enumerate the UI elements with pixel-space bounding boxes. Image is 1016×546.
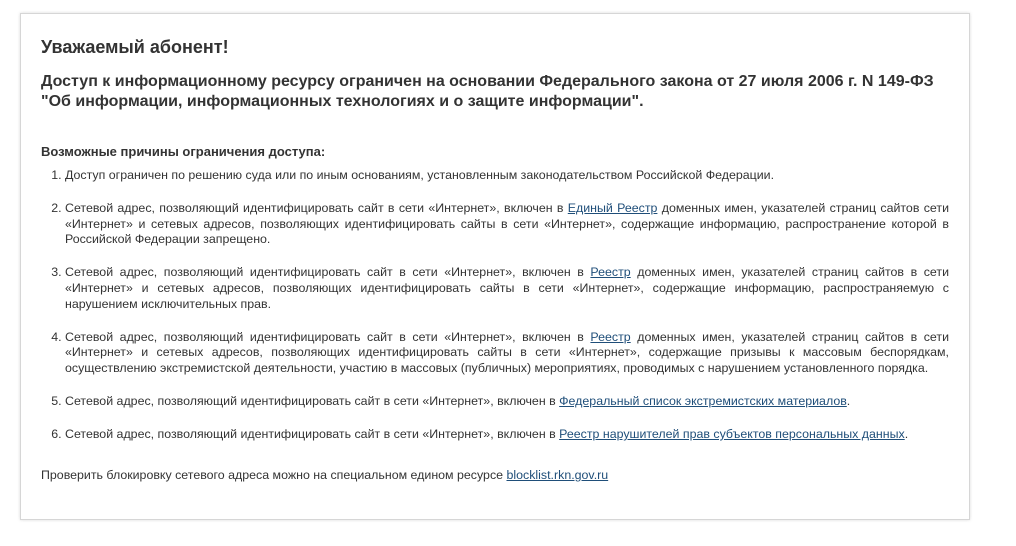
reason-text: Сетевой адрес, позволяющий идентифициров…: [65, 329, 591, 344]
reason-item: Сетевой адрес, позволяющий идентифициров…: [65, 330, 949, 377]
reason-item: Доступ ограничен по решению суда или по …: [65, 168, 949, 184]
reason-item: Сетевой адрес, позволяющий идентифициров…: [65, 201, 949, 248]
reason-text: Сетевой адрес, позволяющий идентифициров…: [65, 201, 568, 216]
copyright-registry-link[interactable]: Реестр: [590, 265, 630, 279]
reason-text: Сетевой адрес, позволяющий идентифициров…: [65, 265, 591, 280]
page-title: Уважаемый абонент!: [41, 37, 229, 57]
reason-text: .: [904, 427, 909, 442]
reason-text: Сетевой адрес, позволяющий идентифициров…: [65, 427, 560, 442]
restriction-statement: Доступ к информационному ресурсу огранич…: [41, 73, 934, 110]
extremist-materials-list-link[interactable]: Федеральный список экстремистских матери…: [559, 394, 847, 408]
footer-text: Проверить блокировку сетевого адреса мож…: [41, 467, 507, 482]
personal-data-violators-registry-link[interactable]: Реестр нарушителей прав субъектов персон…: [559, 427, 905, 441]
reasons-heading: Возможные причины ограничения доступа:: [41, 144, 326, 159]
footer-note: Проверить блокировку сетевого адреса мож…: [41, 467, 949, 483]
reasons-list: Доступ ограничен по решению суда или по …: [41, 168, 949, 443]
reason-text: Сетевой адрес, позволяющий идентифициров…: [65, 393, 560, 408]
reason-item: Сетевой адрес, позволяющий идентифициров…: [65, 427, 949, 443]
blocklist-link[interactable]: blocklist.rkn.gov.ru: [506, 468, 608, 482]
reason-text: .: [846, 393, 851, 408]
reason-text: Доступ ограничен по решению суда или по …: [65, 168, 775, 182]
reason-item: Сетевой адрес, позволяющий идентифициров…: [65, 265, 949, 312]
reason-item: Сетевой адрес, позволяющий идентифициров…: [65, 394, 949, 410]
extremism-registry-link[interactable]: Реестр: [590, 330, 630, 344]
unified-registry-link[interactable]: Единый Реестр: [568, 201, 658, 215]
notice-card: Уважаемый абонент! Доступ к информационн…: [20, 13, 970, 520]
